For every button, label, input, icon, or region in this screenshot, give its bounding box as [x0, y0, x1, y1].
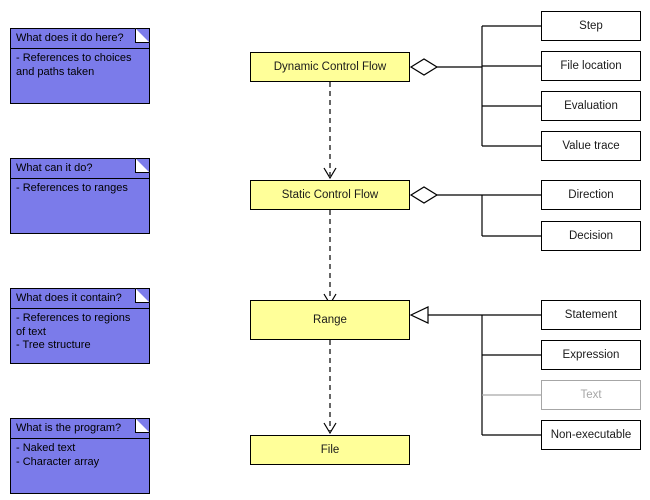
- note-can-do[interactable]: What can it do? - References to ranges: [10, 158, 150, 234]
- generalization-range: [409, 306, 541, 436]
- leaf-decision[interactable]: Decision: [541, 221, 641, 251]
- class-range[interactable]: Range: [250, 300, 410, 340]
- note-body: - References to regions of text - Tree s…: [16, 312, 131, 351]
- note-contain[interactable]: What does it contain? - References to re…: [10, 288, 150, 364]
- note-do-here[interactable]: What does it do here? - References to ch…: [10, 28, 150, 104]
- leaf-evaluation[interactable]: Evaluation: [541, 91, 641, 121]
- note-body: - Naked text - Character array: [16, 442, 100, 468]
- note-title: What does it contain?: [11, 288, 150, 309]
- aggregation-dynamic-control-flow: [409, 25, 541, 147]
- leaf-expression[interactable]: Expression: [541, 340, 641, 370]
- note-title: What can it do?: [11, 158, 150, 179]
- leaf-value-trace[interactable]: Value trace: [541, 131, 641, 161]
- dependency-dynamic-to-static: [323, 82, 337, 180]
- class-file[interactable]: File: [250, 435, 410, 465]
- note-fold-icon: [135, 158, 150, 173]
- note-program[interactable]: What is the program? - Naked text - Char…: [10, 418, 150, 494]
- note-title: What does it do here?: [11, 28, 150, 49]
- leaf-non-executable[interactable]: Non-executable: [541, 420, 641, 450]
- class-dynamic-control-flow[interactable]: Dynamic Control Flow: [250, 52, 410, 82]
- diagram-canvas: What does it do here? - References to ch…: [0, 0, 650, 500]
- class-static-control-flow[interactable]: Static Control Flow: [250, 180, 410, 210]
- leaf-direction[interactable]: Direction: [541, 180, 641, 210]
- note-title-text: What is the program?: [16, 422, 122, 434]
- leaf-text[interactable]: Text: [541, 380, 641, 410]
- note-fold-icon: [135, 28, 150, 43]
- note-fold-icon: [135, 418, 150, 433]
- note-fold-icon: [135, 288, 150, 303]
- dependency-static-to-range: [323, 210, 337, 306]
- leaf-statement[interactable]: Statement: [541, 300, 641, 330]
- leaf-file-location[interactable]: File location: [541, 51, 641, 81]
- aggregation-static-control-flow: [409, 186, 541, 237]
- leaf-step[interactable]: Step: [541, 11, 641, 41]
- note-body: - References to choices and paths taken: [16, 52, 132, 78]
- note-title-text: What does it do here?: [16, 32, 124, 44]
- dependency-range-to-file: [323, 340, 337, 435]
- note-title: What is the program?: [11, 418, 150, 439]
- note-body: - References to ranges: [16, 182, 128, 194]
- note-title-text: What can it do?: [16, 162, 93, 174]
- note-title-text: What does it contain?: [16, 292, 122, 304]
